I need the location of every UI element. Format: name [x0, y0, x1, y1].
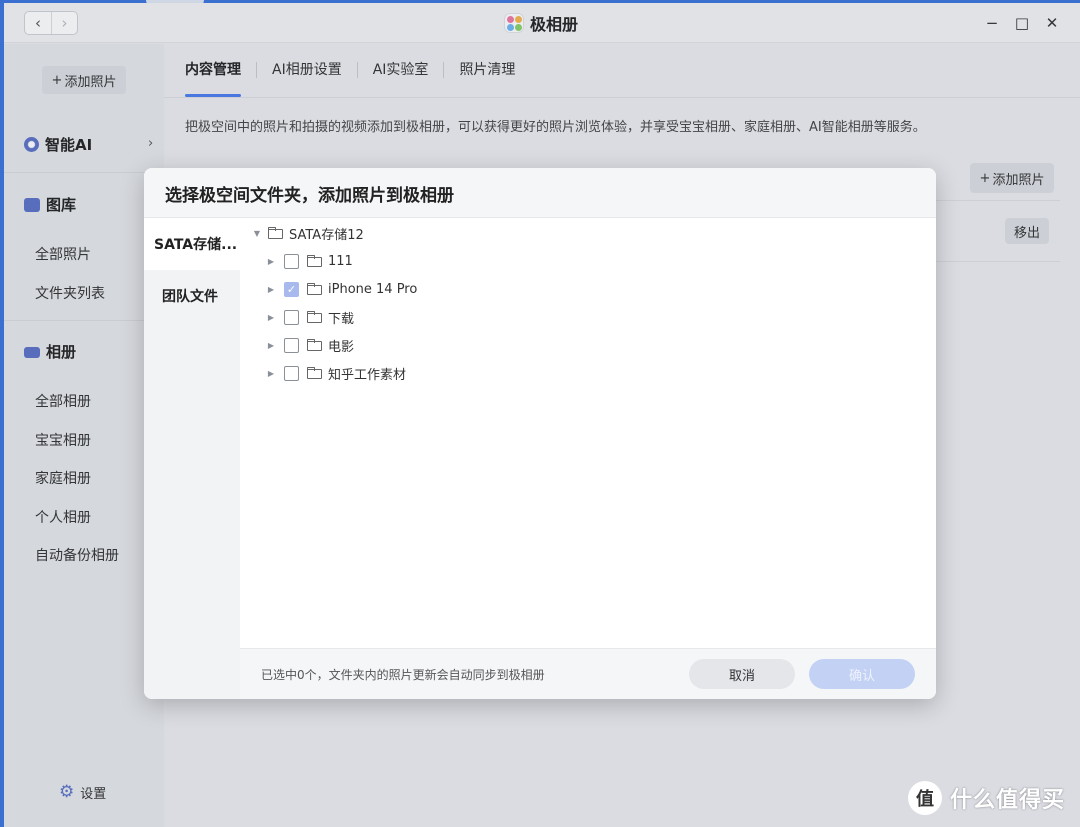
cancel-button[interactable]: 取消 [689, 659, 795, 689]
watermark-logo: 值 [908, 781, 942, 815]
folder-icon [307, 283, 322, 295]
expand-right-icon[interactable]: ▶ [266, 257, 276, 266]
folder-label: 知乎工作素材 [328, 367, 407, 383]
folder-checkbox[interactable] [284, 253, 299, 269]
folder-label: 电影 [328, 339, 355, 355]
expand-down-icon[interactable]: ▼ [252, 229, 262, 238]
tree-root-label: SATA存储12 [289, 227, 364, 243]
expand-right-icon[interactable]: ▶ [266, 341, 276, 350]
source-list: SATA存储... 团队文件 [144, 218, 240, 699]
folder-icon [268, 227, 283, 239]
source-item-team-files[interactable]: 团队文件 [144, 270, 240, 322]
watermark: 值 什么值得买 [908, 781, 1065, 815]
folder-checkbox[interactable] [284, 365, 299, 381]
folder-checkbox[interactable] [284, 309, 299, 325]
selection-status: 已选中0个，文件夹内的照片更新会自动同步到极相册 [261, 668, 545, 682]
expand-right-icon[interactable]: ▶ [266, 369, 276, 378]
tree-node[interactable]: ▶ ✓ iPhone 14 Pro [266, 279, 417, 299]
dialog-title: 选择极空间文件夹，添加照片到极相册 [165, 186, 454, 206]
folder-checkbox-checked[interactable]: ✓ [284, 281, 299, 297]
confirm-button[interactable]: 确认 [809, 659, 915, 689]
folder-icon [307, 255, 322, 267]
tree-node[interactable]: ▶ 111 [266, 251, 353, 271]
tree-node[interactable]: ▶ 知乎工作素材 [266, 363, 406, 383]
source-item-sata[interactable]: SATA存储... [144, 218, 240, 270]
folder-tree: ▼ SATA存储12 ▶ 111 ▶ ✓ iPhone 14 Pro ▶ 下载 … [240, 218, 936, 648]
folder-icon [307, 311, 322, 323]
folder-icon [307, 339, 322, 351]
folder-label: iPhone 14 Pro [328, 281, 418, 297]
tree-node[interactable]: ▶ 电影 [266, 335, 354, 355]
expand-right-icon[interactable]: ▶ [266, 313, 276, 322]
folder-icon [307, 367, 322, 379]
tree-node[interactable]: ▶ 下载 [266, 307, 354, 327]
watermark-text: 什么值得买 [950, 788, 1066, 813]
check-icon: ✓ [286, 282, 297, 296]
tree-root[interactable]: ▼ SATA存储12 [252, 223, 364, 243]
folder-checkbox[interactable] [284, 337, 299, 353]
folder-label: 111 [328, 253, 353, 269]
folder-label: 下载 [328, 311, 355, 327]
dialog-header: 选择极空间文件夹，添加照片到极相册 [144, 168, 936, 218]
dialog-footer: 已选中0个，文件夹内的照片更新会自动同步到极相册 取消 确认 [240, 648, 936, 699]
expand-right-icon[interactable]: ▶ [266, 285, 276, 294]
select-folder-dialog: 选择极空间文件夹，添加照片到极相册 SATA存储... 团队文件 ▼ SATA存… [144, 168, 936, 699]
